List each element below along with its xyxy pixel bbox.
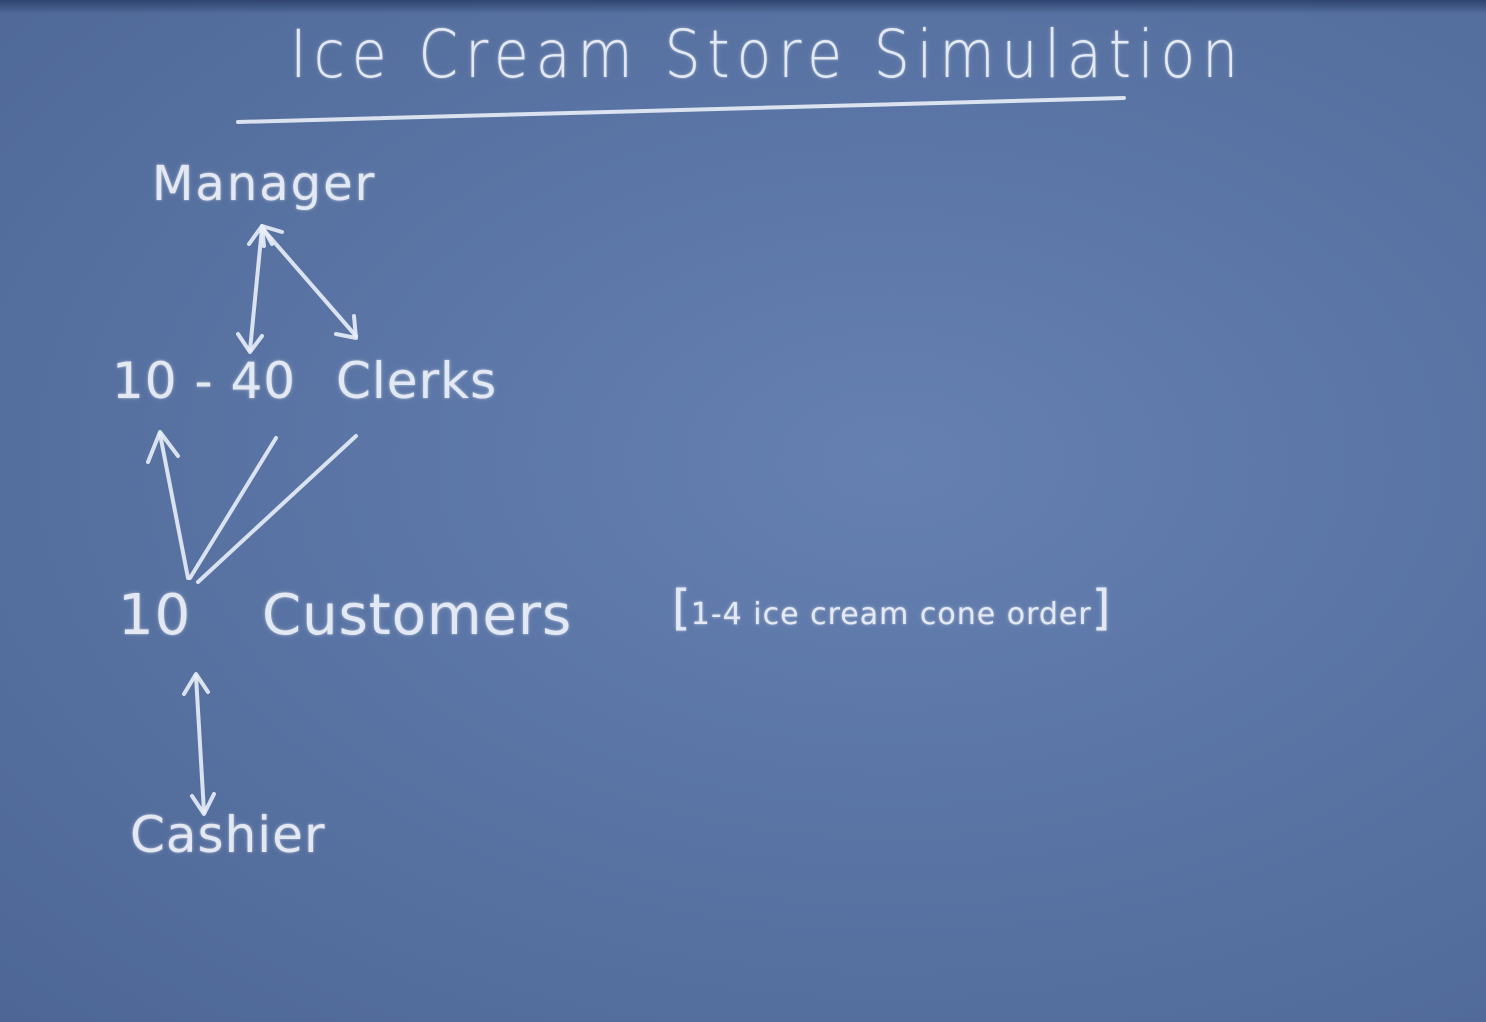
customers-clerks-arrows [146, 430, 358, 584]
diagram-connectors [146, 96, 1126, 816]
manager-clerks-diagonal-arrow [260, 224, 358, 340]
customers-cashier-arrow [182, 672, 216, 816]
chalkboard: Ice Cream Store Simulation Manager 10 - … [0, 0, 1486, 1022]
manager-clerks-arrow [236, 224, 274, 354]
title-underline [236, 96, 1126, 124]
